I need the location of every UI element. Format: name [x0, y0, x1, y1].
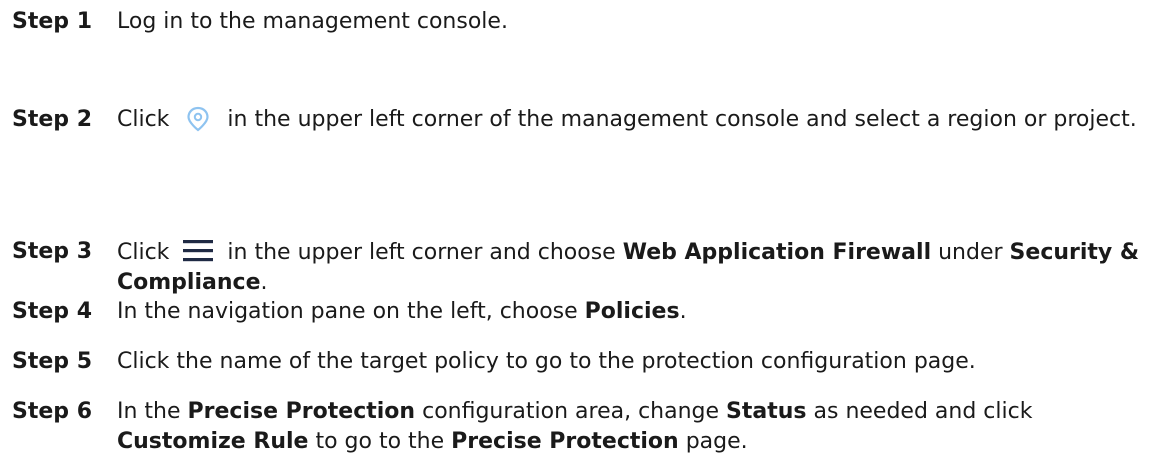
step-1-text: Log in to the management console.: [117, 9, 508, 34]
step-6-text-2: configuration area, change: [422, 399, 720, 424]
step-5-text: Click the name of the target policy to g…: [117, 349, 976, 374]
step-text: Click in the upper left corner and choos…: [117, 237, 1147, 298]
step-text: Click in the upper left corner of the ma…: [117, 105, 1147, 135]
step-6-text-4: to go to the: [315, 429, 445, 454]
step-label: Step 1: [12, 9, 92, 34]
step-text: Click the name of the target policy to g…: [117, 347, 1147, 377]
status-term: Status: [726, 399, 807, 424]
step-label: Step 6: [12, 399, 92, 424]
step-6-text-3: as needed and click: [813, 399, 1033, 424]
step-text: Log in to the management console.: [117, 7, 1147, 37]
step-text: In the navigation pane on the left, choo…: [117, 297, 1147, 327]
step-3-period: .: [260, 270, 268, 295]
step-label: Step 5: [12, 349, 92, 374]
step-label: Step 3: [12, 239, 92, 264]
step-6-text-1: In the: [117, 399, 181, 424]
step-3-under: under: [938, 240, 1003, 265]
web-application-firewall-term: Web Application Firewall: [622, 240, 932, 265]
step-3-click: Click: [117, 240, 170, 265]
step-2-rest: in the upper left corner of the manageme…: [227, 107, 1137, 132]
step-4-text: In the navigation pane on the left, choo…: [117, 299, 578, 324]
policies-term: Policies: [584, 299, 680, 324]
step-4-period: .: [679, 299, 687, 324]
procedure-document: Step 1 Log in to the management console.…: [0, 0, 1156, 465]
step-label: Step 2: [12, 107, 92, 132]
step-3-text: in the upper left corner and choose: [227, 240, 616, 265]
location-pin-icon: [180, 105, 216, 135]
customize-rule-term: Customize Rule: [117, 429, 309, 454]
precise-protection-page-term: Precise Protection: [451, 429, 679, 454]
step-6-text-5: page.: [685, 429, 748, 454]
step-text: In the Precise Protection configuration …: [117, 397, 1147, 457]
step-label: Step 4: [12, 299, 92, 324]
precise-protection-term: Precise Protection: [187, 399, 416, 424]
step-2-click: Click: [117, 107, 170, 132]
hamburger-menu-icon: [180, 237, 216, 267]
